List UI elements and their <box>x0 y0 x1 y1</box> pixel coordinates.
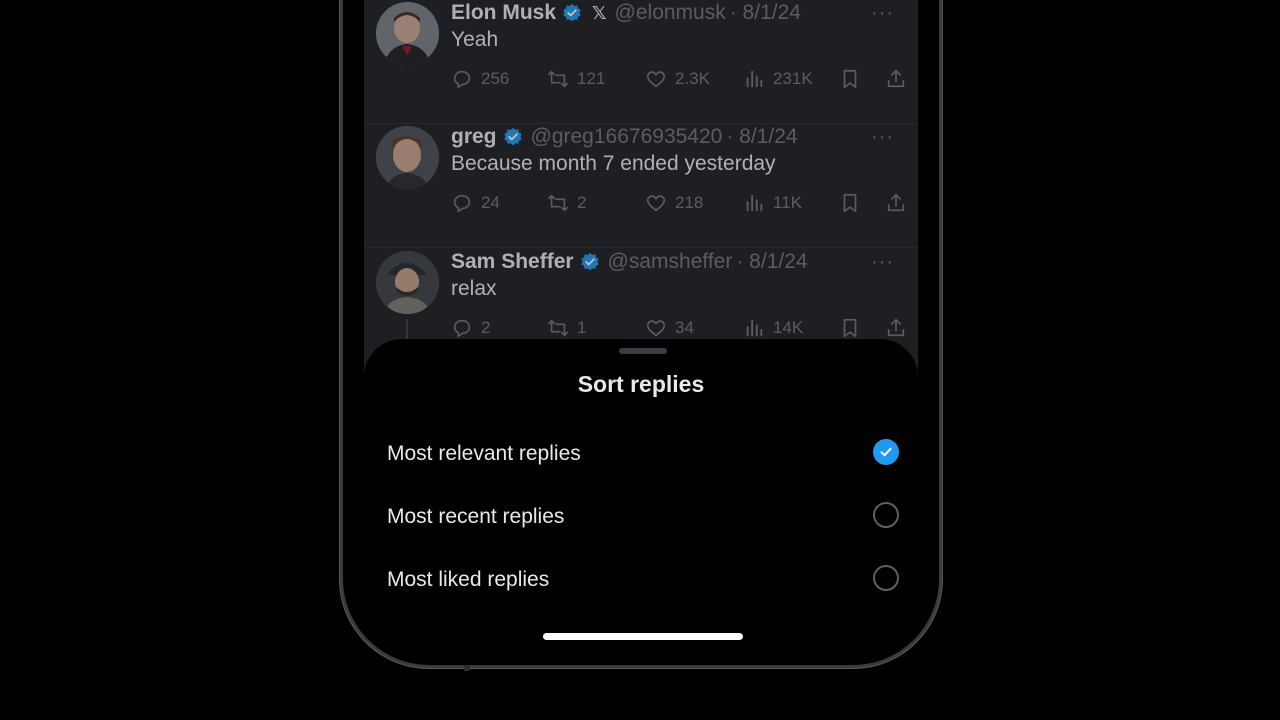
check-icon <box>880 447 892 457</box>
views-count: 11K <box>773 193 802 212</box>
sort-option-most-liked[interactable]: Most liked replies <box>387 560 899 600</box>
frame-antenna-line <box>464 665 470 671</box>
bookmark-button[interactable] <box>839 190 861 216</box>
share-button[interactable] <box>885 66 907 92</box>
reply-icon <box>453 194 471 213</box>
retweet-button[interactable]: 2 <box>547 190 586 216</box>
reply-icon <box>453 319 471 338</box>
more-options-icon[interactable]: ··· <box>871 251 894 274</box>
sort-option-most-recent[interactable]: Most recent replies <box>387 497 899 537</box>
verified-badge-icon <box>503 127 523 147</box>
bookmark-button[interactable] <box>839 315 861 341</box>
tweet-actions: 2 1 34 14K <box>451 315 918 341</box>
retweet-count: 1 <box>577 318 587 337</box>
radio-unselected[interactable] <box>873 502 899 528</box>
views-button[interactable]: 231K <box>743 66 813 92</box>
author-name[interactable]: greg <box>451 125 497 149</box>
author-name[interactable]: Elon Musk <box>451 1 556 25</box>
divider <box>364 247 918 248</box>
radio-unselected[interactable] <box>873 565 899 591</box>
tweet-date: · 8/1/24 <box>726 125 798 148</box>
views-icon <box>746 194 763 212</box>
screen: Elon Musk 𝕏 @elonmusk · 8/1/24 ··· Yeah <box>364 0 918 657</box>
option-label: Most relevant replies <box>387 442 581 465</box>
tweet-header: greg @greg16676935420 · 8/1/24 <box>451 124 798 150</box>
share-icon <box>887 318 905 337</box>
bookmark-button[interactable] <box>839 66 861 92</box>
tweet-header: Elon Musk 𝕏 @elonmusk · 8/1/24 <box>451 0 801 26</box>
like-button[interactable]: 2.3K <box>645 66 710 92</box>
reply-button[interactable]: 2 <box>451 315 490 341</box>
more-options-icon[interactable]: ··· <box>871 126 894 149</box>
tweet[interactable]: greg @greg16676935420 · 8/1/24 ··· Becau… <box>364 124 918 248</box>
option-label: Most liked replies <box>387 568 550 591</box>
share-icon <box>887 193 905 212</box>
tweet-actions: 256 121 2.3K 231K <box>451 66 918 92</box>
thread-line <box>406 319 408 341</box>
reply-count: 2 <box>481 318 491 337</box>
like-count: 2.3K <box>675 69 710 88</box>
tweet-text: Because month 7 ended yesterday <box>451 152 776 175</box>
tweet-text: Yeah <box>451 28 499 51</box>
retweet-count: 121 <box>577 69 606 88</box>
sort-replies-sheet: Sort replies Most relevant replies Most … <box>364 339 918 657</box>
more-options-icon[interactable]: ··· <box>871 2 894 25</box>
tweet-date: · 8/1/24 <box>729 1 801 24</box>
bookmark-icon <box>843 69 857 89</box>
reply-icon <box>453 70 471 89</box>
views-icon <box>746 70 763 88</box>
author-handle: @samsheffer <box>607 250 733 273</box>
verified-badge-icon <box>562 3 582 23</box>
views-button[interactable]: 11K <box>743 190 802 216</box>
tweet-date: · 8/1/24 <box>736 250 808 273</box>
tweet-actions: 24 2 218 11K <box>451 190 918 216</box>
reply-button[interactable]: 24 <box>451 190 500 216</box>
like-count: 34 <box>675 318 694 337</box>
author-handle: @elonmusk <box>614 1 726 24</box>
retweet-icon <box>548 194 568 212</box>
home-indicator <box>543 633 743 640</box>
views-count: 231K <box>773 69 813 88</box>
x-affiliation-icon: 𝕏 <box>592 2 607 23</box>
avatar[interactable] <box>376 251 439 314</box>
heart-icon <box>646 195 666 212</box>
verified-badge-icon <box>580 252 600 272</box>
reply-button[interactable]: 256 <box>451 66 509 92</box>
like-button[interactable]: 218 <box>645 190 703 216</box>
sheet-title: Sort replies <box>577 371 705 397</box>
bookmark-icon <box>843 318 857 338</box>
retweet-button[interactable]: 121 <box>547 66 605 92</box>
views-count: 14K <box>773 318 804 337</box>
phone-frame: Elon Musk 𝕏 @elonmusk · 8/1/24 ··· Yeah <box>339 0 943 671</box>
reply-count: 24 <box>481 193 500 212</box>
sheet-grabber[interactable] <box>619 348 667 354</box>
avatar[interactable] <box>376 2 439 65</box>
retweet-icon <box>548 319 568 337</box>
tweet-header: Sam Sheffer @samsheffer · 8/1/24 <box>451 249 808 275</box>
retweet-button[interactable]: 1 <box>547 315 586 341</box>
avatar[interactable] <box>376 126 439 189</box>
views-icon <box>746 319 763 337</box>
share-icon <box>887 69 905 88</box>
retweet-icon <box>548 70 568 88</box>
like-count: 218 <box>675 193 704 212</box>
share-button[interactable] <box>885 190 907 216</box>
phone-bezel: Elon Musk 𝕏 @elonmusk · 8/1/24 ··· Yeah <box>343 0 939 665</box>
share-button[interactable] <box>885 315 907 341</box>
tweet[interactable]: Elon Musk 𝕏 @elonmusk · 8/1/24 ··· Yeah <box>364 0 918 124</box>
reply-count: 256 <box>481 69 510 88</box>
views-button[interactable]: 14K <box>743 315 803 341</box>
bookmark-icon <box>843 193 857 213</box>
sort-option-most-relevant[interactable]: Most relevant replies <box>387 434 899 474</box>
heart-icon <box>646 71 666 88</box>
like-button[interactable]: 34 <box>645 315 694 341</box>
heart-icon <box>646 320 666 337</box>
author-handle: @greg16676935420 <box>530 125 723 148</box>
radio-selected[interactable] <box>873 439 899 465</box>
author-name[interactable]: Sam Sheffer <box>451 250 574 274</box>
retweet-count: 2 <box>577 193 587 212</box>
tweet-text: relax <box>451 277 497 300</box>
option-label: Most recent replies <box>387 505 565 528</box>
